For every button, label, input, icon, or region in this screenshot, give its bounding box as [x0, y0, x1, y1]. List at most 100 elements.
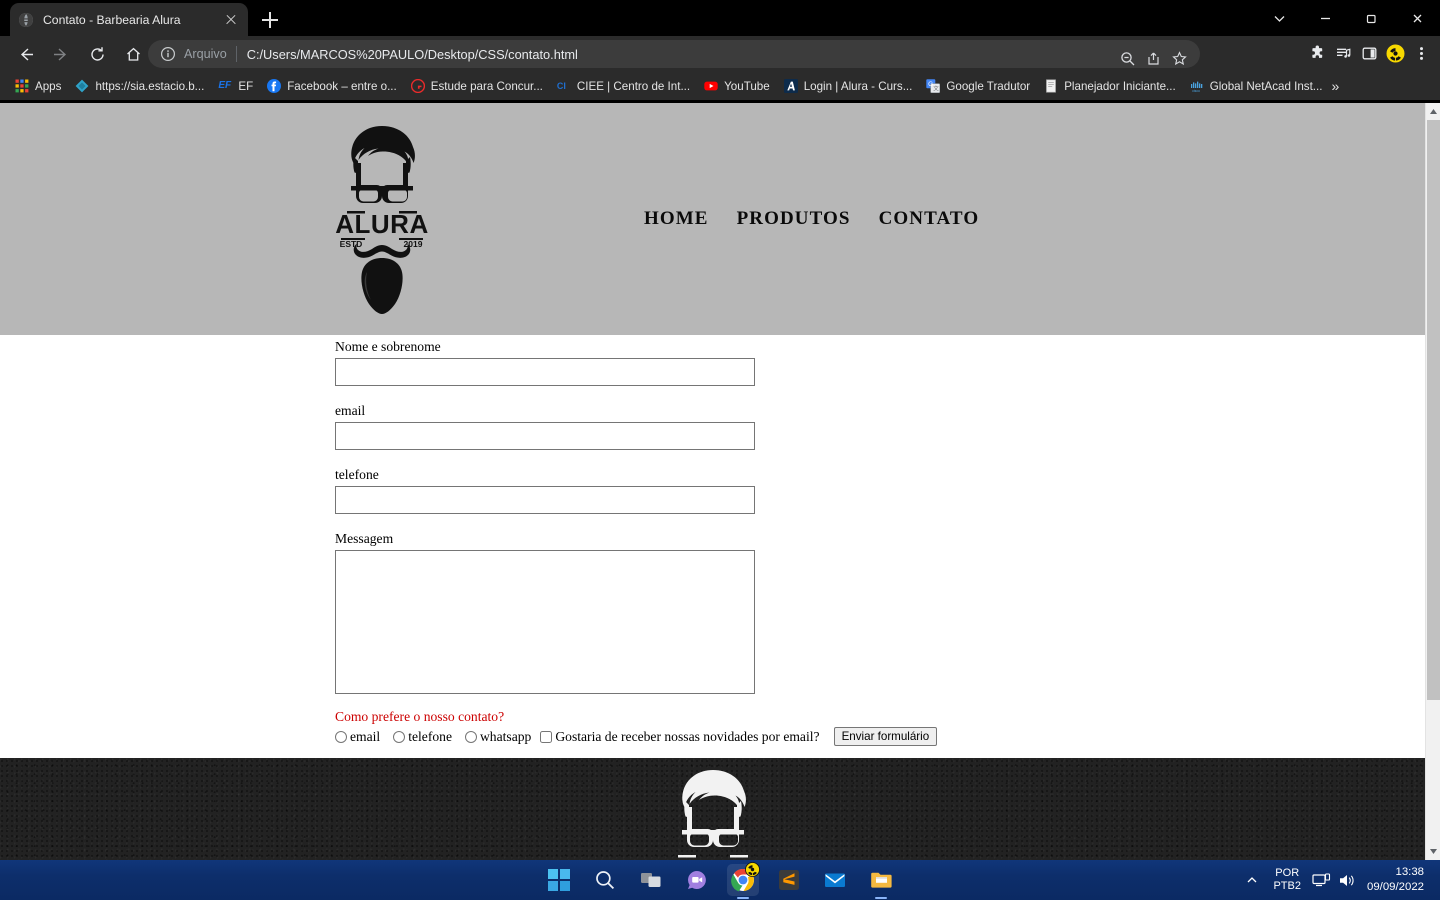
navigation-toolbar: Arquivo C:/Users/MARCOS%20PAULO/Desktop/…	[0, 36, 1440, 72]
share-icon[interactable]	[1140, 44, 1166, 72]
bookmark-label: Login | Alura - Curs...	[803, 79, 913, 93]
netacad-icon: cisco	[1190, 81, 1202, 93]
bookmark-label: CIEE | Centro de Int...	[576, 79, 691, 93]
language-indicator[interactable]: POR PTB2	[1265, 867, 1309, 893]
telefone-field[interactable]	[335, 486, 755, 514]
apps-grid-icon	[15, 79, 29, 93]
bookmarks-overflow-icon[interactable]: »	[1331, 78, 1339, 94]
volume-speaker-icon[interactable]	[1335, 863, 1361, 897]
nome-field[interactable]	[335, 358, 755, 386]
show-hidden-icons-button[interactable]	[1239, 863, 1265, 897]
omnibox-actions	[1114, 44, 1192, 72]
bookmark-alura[interactable]: Login | Alura - Curs...	[777, 75, 920, 97]
search-button[interactable]	[589, 864, 621, 896]
biohazard-badge	[745, 862, 760, 877]
bookmark-google-tradutor[interactable]: G文 Google Tradutor	[919, 75, 1037, 97]
bookmark-label: Apps	[35, 79, 62, 93]
radio-telefone[interactable]	[393, 730, 406, 743]
maximize-icon[interactable]	[1348, 0, 1394, 36]
bookmark-ef[interactable]: EF EF	[211, 75, 260, 97]
google-translate-icon: G文	[926, 79, 941, 93]
bookmark-estude-concursos[interactable]: Estude para Concur...	[404, 75, 550, 97]
scrollbar-thumb[interactable]	[1427, 120, 1440, 700]
start-button[interactable]	[543, 864, 575, 896]
sublime-text-button[interactable]	[773, 864, 805, 896]
network-display-icon[interactable]	[1309, 863, 1335, 897]
home-icon[interactable]	[118, 39, 148, 69]
contact-form-section: Nome e sobrenome email telefone Messagem…	[0, 335, 1425, 758]
taskbar-items	[543, 862, 897, 899]
forward-arrow-icon[interactable]	[46, 39, 76, 69]
bookmark-netacad[interactable]: cisco Global NetAcad Inst...	[1183, 75, 1330, 97]
browser-tab[interactable]: Contato - Barbearia Alura	[10, 3, 248, 36]
nav-home[interactable]: HOME	[644, 208, 709, 230]
radio-whatsapp[interactable]	[464, 730, 477, 743]
task-view-button[interactable]	[635, 864, 667, 896]
bookmark-estacio[interactable]: https://sia.estacio.b...	[68, 75, 211, 97]
messagem-textarea[interactable]	[335, 550, 755, 694]
messagem-label: Messagem	[335, 531, 394, 546]
side-panel-icon[interactable]	[1356, 39, 1382, 67]
tab-strip: Contato - Barbearia Alura	[0, 0, 1440, 36]
newsletter-label: Gostaria de receber nossas novidades por…	[555, 728, 820, 744]
omnibox-separator	[235, 46, 237, 62]
vertical-scrollbar[interactable]	[1425, 103, 1440, 860]
nav-produtos[interactable]: PRODUTOS	[737, 208, 851, 230]
document-icon	[1046, 79, 1057, 93]
bookmark-label: Google Tradutor	[946, 79, 1031, 93]
bookmark-label: Estude para Concur...	[430, 79, 543, 93]
language-line-1: POR	[1275, 867, 1300, 879]
svg-text:2019: 2019	[404, 239, 423, 249]
scroll-down-arrow-icon[interactable]	[1426, 843, 1440, 860]
new-tab-button[interactable]	[258, 8, 282, 32]
chrome-button[interactable]	[727, 862, 760, 899]
svg-text:ESTD: ESTD	[340, 239, 363, 249]
bookmark-apps[interactable]: Apps	[8, 75, 68, 97]
windows-taskbar: POR PTB2 13:38 09/09/2022	[0, 860, 1440, 900]
telefone-label: telefone	[335, 467, 379, 482]
media-playlist-icon[interactable]	[1330, 39, 1356, 67]
info-circle-icon	[160, 46, 176, 62]
zoom-out-icon[interactable]	[1114, 44, 1140, 72]
nome-label: Nome e sobrenome	[335, 339, 441, 354]
extensions-puzzle-icon[interactable]	[1304, 39, 1330, 67]
close-window-icon[interactable]	[1394, 0, 1440, 36]
minimize-icon[interactable]	[1302, 0, 1348, 36]
url-text: C:/Users/MARCOS%20PAULO/Desktop/CSS/cont…	[246, 46, 578, 62]
main-navigation: HOME PRODUTOS CONTATO	[644, 208, 979, 230]
browser-toolbar-right	[1304, 39, 1434, 67]
address-bar[interactable]: Arquivo C:/Users/MARCOS%20PAULO/Desktop/…	[148, 40, 1200, 68]
reload-icon[interactable]	[82, 39, 112, 69]
bookmark-ciee[interactable]: CI CIEE | Centro de Int...	[550, 75, 697, 97]
profile-avatar-icon[interactable]	[1382, 39, 1408, 67]
newsletter-checkbox[interactable]	[540, 730, 553, 743]
enviar-formulario-button[interactable]: Enviar formulário	[833, 727, 938, 746]
clock-time: 13:38	[1395, 866, 1424, 878]
radio-email[interactable]	[335, 730, 347, 743]
file-explorer-button[interactable]	[865, 864, 897, 899]
chat-button[interactable]	[681, 864, 713, 896]
mail-button[interactable]	[819, 864, 851, 896]
bookmark-youtube[interactable]: YouTube	[697, 75, 777, 97]
scroll-up-arrow-icon[interactable]	[1426, 103, 1440, 120]
close-tab-icon[interactable]	[222, 11, 240, 29]
bookmark-label: Global NetAcad Inst...	[1209, 79, 1323, 93]
svg-text:文: 文	[934, 85, 940, 93]
bookmark-label: YouTube	[724, 79, 770, 93]
email-field[interactable]	[335, 422, 755, 450]
radio-email-label: email	[350, 728, 381, 744]
contact-preference-legend: Como prefere o nosso contato?	[335, 709, 505, 724]
bookmark-star-icon[interactable]	[1166, 44, 1192, 72]
bookmark-planejador[interactable]: Planejador Iniciante...	[1037, 75, 1183, 97]
facebook-icon	[267, 79, 282, 93]
bookmark-label: Facebook – entre o...	[287, 79, 397, 93]
back-arrow-icon[interactable]	[10, 39, 40, 69]
globe-icon	[19, 12, 33, 27]
tab-search-chevron-down-icon[interactable]	[1256, 0, 1302, 36]
chrome-menu-icon[interactable]	[1408, 39, 1434, 67]
bookmark-facebook[interactable]: Facebook – entre o...	[260, 75, 404, 97]
clock[interactable]: 13:38 09/09/2022	[1361, 865, 1434, 895]
nav-contato[interactable]: CONTATO	[879, 208, 980, 230]
